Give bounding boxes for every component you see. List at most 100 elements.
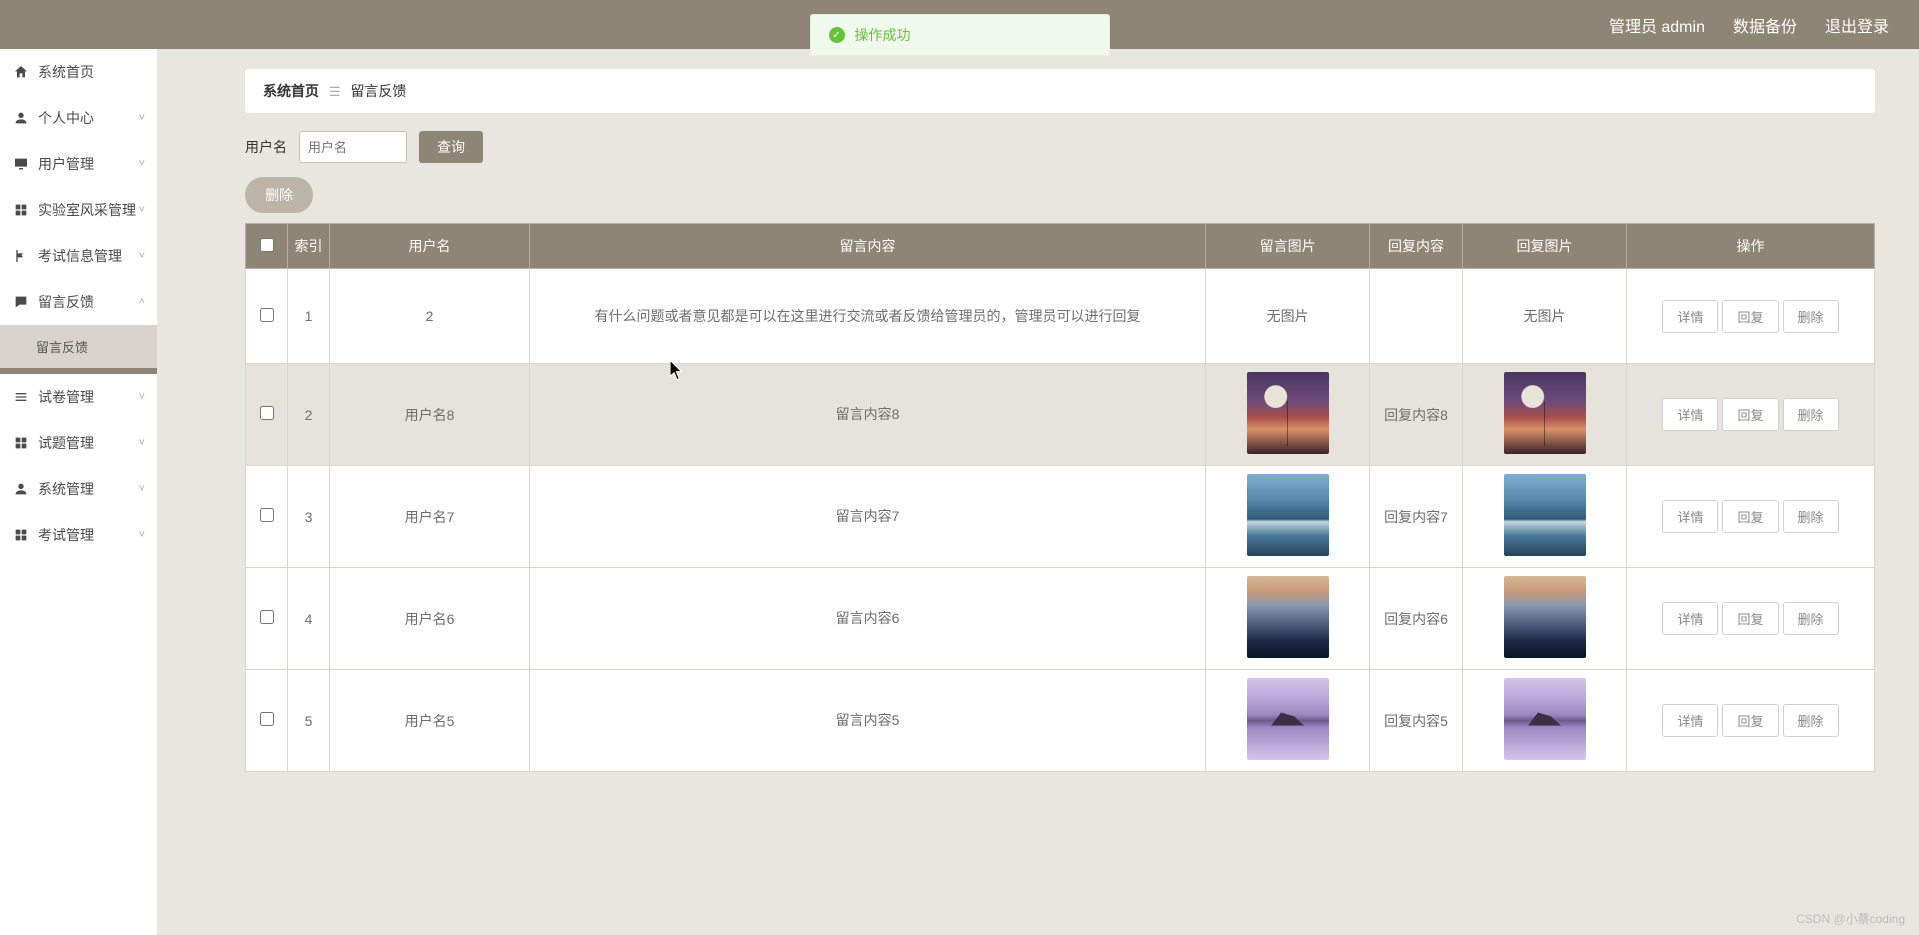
reply-image-thumb[interactable]: [1504, 474, 1586, 556]
delete-button[interactable]: 删除: [1783, 602, 1839, 635]
cell-content: 留言内容7: [530, 466, 1206, 568]
detail-button[interactable]: 详情: [1662, 704, 1718, 737]
sidebar-item-9[interactable]: 考试管理˅: [0, 512, 157, 558]
query-button[interactable]: 查询: [419, 131, 483, 163]
reply-image-thumb[interactable]: [1504, 372, 1586, 454]
flag-icon: [12, 247, 30, 265]
cell-reply: 回复内容7: [1370, 466, 1463, 568]
grid-icon: [12, 526, 30, 544]
detail-button[interactable]: 详情: [1662, 398, 1718, 431]
detail-button[interactable]: 详情: [1662, 602, 1718, 635]
main-content: 系统首页 ☰ 留言反馈 用户名 查询 删除 索引 用户名留言内容留言图片回复内容回…: [157, 49, 1919, 935]
reply-button[interactable]: 回复: [1722, 300, 1778, 333]
row-checkbox[interactable]: [260, 610, 274, 624]
sidebar-item-label: 试题管理: [38, 433, 139, 453]
sidebar-item-6[interactable]: 试卷管理˅: [0, 374, 157, 420]
select-all-checkbox[interactable]: [260, 238, 274, 252]
reply-button[interactable]: 回复: [1722, 398, 1778, 431]
message-image-thumb[interactable]: [1247, 678, 1329, 760]
chevron-down-icon: ˅: [139, 112, 145, 124]
sidebar-item-1[interactable]: 个人中心˅: [0, 95, 157, 141]
logout-link[interactable]: 退出登录: [1825, 13, 1889, 37]
sidebar-item-0[interactable]: 系统首页: [0, 49, 157, 95]
sidebar-item-8[interactable]: 系统管理˅: [0, 466, 157, 512]
reply-button[interactable]: 回复: [1722, 602, 1778, 635]
cell-image: [1206, 568, 1370, 670]
toast-message: 操作成功: [855, 25, 911, 45]
sidebar-item-4[interactable]: 考试信息管理˅: [0, 233, 157, 279]
chevron-down-icon: ˅: [139, 483, 145, 495]
chevron-down-icon: ˅: [139, 529, 145, 541]
data-table: 索引用户名留言内容留言图片回复内容回复图片操作 12有什么问题或者意见都是可以在…: [245, 223, 1875, 772]
sidebar-item-label: 留言反馈: [38, 292, 139, 312]
cell-index: 2: [288, 364, 330, 466]
detail-button[interactable]: 详情: [1662, 500, 1718, 533]
row-checkbox[interactable]: [260, 508, 274, 522]
delete-button[interactable]: 删除: [1783, 398, 1839, 431]
table-row: 3用户名7留言内容7回复内容7详情回复删除: [246, 466, 1875, 568]
row-checkbox[interactable]: [260, 406, 274, 420]
reply-button[interactable]: 回复: [1722, 500, 1778, 533]
sidebar-item-2[interactable]: 用户管理˅: [0, 141, 157, 187]
reply-button[interactable]: 回复: [1722, 704, 1778, 737]
cell-image: 无图片: [1206, 269, 1370, 364]
chevron-down-icon: ˅: [139, 158, 145, 170]
cell-actions: 详情回复删除: [1627, 269, 1875, 364]
col-header-0: [246, 224, 288, 269]
search-bar: 用户名 查询: [245, 131, 1875, 163]
cell-username: 2: [330, 269, 530, 364]
cell-image: [1206, 466, 1370, 568]
grid-icon: [12, 434, 30, 452]
detail-button[interactable]: 详情: [1662, 300, 1718, 333]
sidebar-item-label: 系统管理: [38, 479, 139, 499]
col-header-5: 回复内容: [1370, 224, 1463, 269]
cell-content: 有什么问题或者意见都是可以在这里进行交流或者反馈给管理员的，管理员可以进行回复: [530, 269, 1206, 364]
delete-button[interactable]: 删除: [1783, 300, 1839, 333]
col-header-3: 留言内容: [530, 224, 1206, 269]
cell-index: 1: [288, 269, 330, 364]
username-input[interactable]: [299, 131, 407, 163]
grid-icon: [12, 201, 30, 219]
cell-index: 3: [288, 466, 330, 568]
row-checkbox[interactable]: [260, 712, 274, 726]
sidebar: 系统首页个人中心˅用户管理˅实验室风采管理˅考试信息管理˅留言反馈˄留言反馈试卷…: [0, 49, 157, 935]
search-label: 用户名: [245, 137, 287, 157]
message-image-thumb[interactable]: [1247, 474, 1329, 556]
person-icon: [12, 480, 30, 498]
sidebar-subitem-5-0[interactable]: 留言反馈: [0, 325, 157, 368]
cell-image: [1206, 364, 1370, 466]
cell-actions: 详情回复删除: [1627, 364, 1875, 466]
sidebar-item-label: 试卷管理: [38, 387, 139, 407]
backup-link[interactable]: 数据备份: [1733, 13, 1797, 37]
delete-button[interactable]: 删除: [1783, 500, 1839, 533]
check-icon: ✓: [829, 27, 845, 43]
cell-reply-image: [1463, 568, 1627, 670]
cell-actions: 详情回复删除: [1627, 670, 1875, 772]
sidebar-item-label: 用户管理: [38, 154, 139, 174]
cell-username: 用户名6: [330, 568, 530, 670]
admin-link[interactable]: 管理员 admin: [1609, 13, 1705, 37]
col-header-4: 留言图片: [1206, 224, 1370, 269]
message-image-thumb[interactable]: [1247, 576, 1329, 658]
delete-button[interactable]: 删除: [1783, 704, 1839, 737]
success-toast: ✓ 操作成功: [810, 14, 1110, 56]
sidebar-item-5[interactable]: 留言反馈˄: [0, 279, 157, 325]
list-icon: [12, 388, 30, 406]
bulk-delete-button[interactable]: 删除: [245, 177, 313, 213]
sidebar-item-label: 考试管理: [38, 525, 139, 545]
row-checkbox[interactable]: [260, 308, 274, 322]
breadcrumb: 系统首页 ☰ 留言反馈: [245, 69, 1875, 113]
sidebar-item-label: 系统首页: [38, 62, 145, 82]
breadcrumb-home[interactable]: 系统首页: [263, 83, 319, 99]
col-header-1: 索引: [288, 224, 330, 269]
reply-image-thumb[interactable]: [1504, 678, 1586, 760]
watermark: CSDN @小蔡coding: [1796, 910, 1905, 927]
reply-image-thumb[interactable]: [1504, 576, 1586, 658]
sidebar-item-3[interactable]: 实验室风采管理˅: [0, 187, 157, 233]
cell-reply-image: [1463, 364, 1627, 466]
message-image-thumb[interactable]: [1247, 372, 1329, 454]
sidebar-item-7[interactable]: 试题管理˅: [0, 420, 157, 466]
sidebar-item-label: 实验室风采管理: [38, 200, 139, 220]
col-header-7: 操作: [1627, 224, 1875, 269]
cell-actions: 详情回复删除: [1627, 466, 1875, 568]
